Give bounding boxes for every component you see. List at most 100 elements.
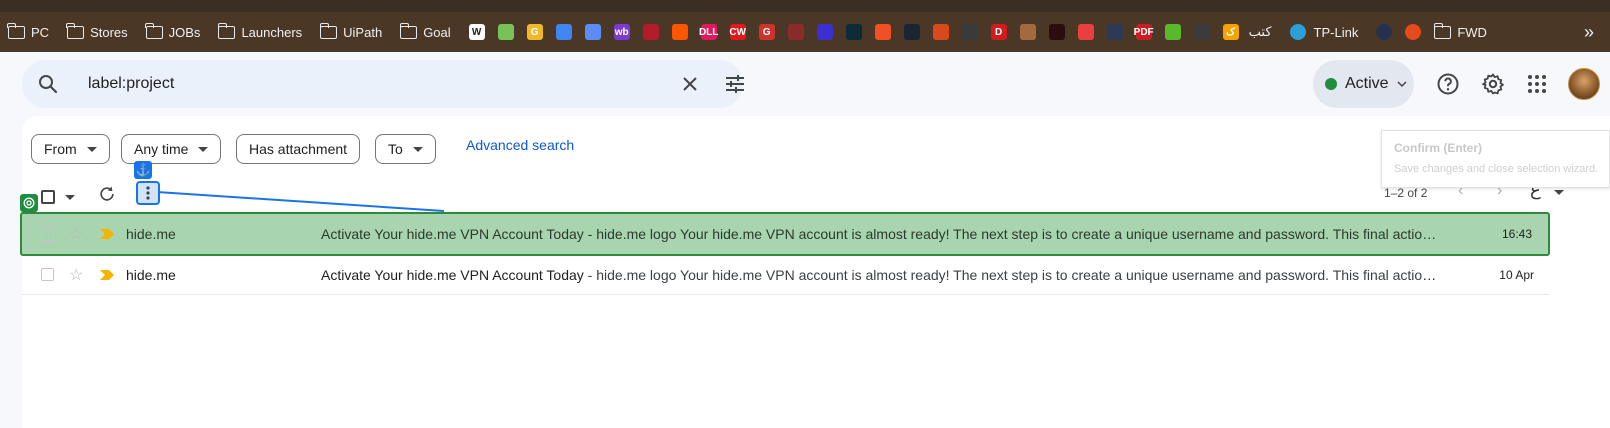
row-checkbox[interactable]	[41, 268, 54, 281]
gd-icon[interactable]: G	[758, 24, 775, 40]
important-marker-icon[interactable]	[100, 267, 114, 283]
bookmark-favicons: W Gwb DLL CW G D PDF	[468, 24, 1223, 40]
tooltip-body: Save changes and close selection wizard.	[1394, 163, 1599, 175]
row-checkbox[interactable]	[41, 227, 54, 241]
bookmark-folder-goal[interactable]: Goal	[399, 22, 451, 40]
email-sender: hide.me	[126, 226, 176, 242]
chevron-down-icon	[86, 146, 97, 152]
d-app-icon[interactable]: D	[990, 24, 1007, 40]
portrait-icon[interactable]	[1019, 24, 1036, 40]
bookmark-label: UiPath	[343, 24, 383, 40]
important-marker-icon[interactable]	[100, 226, 114, 242]
dll-icon[interactable]: DLL	[699, 24, 718, 40]
dark-app-icon[interactable]	[845, 24, 862, 40]
chip-label: From	[44, 141, 77, 157]
email-date: 10 Apr	[1499, 267, 1534, 282]
pdf-jpg-icon[interactable]: PDF	[1134, 24, 1154, 40]
bookmark-label: JOBs	[168, 24, 201, 40]
apps-grid-icon[interactable]	[1525, 72, 1549, 101]
bookmark-label: TP-Link	[1313, 24, 1359, 40]
download-icon[interactable]	[1164, 24, 1181, 40]
more-options-icon[interactable]	[136, 181, 160, 205]
kutub-icon: ک	[1222, 24, 1239, 40]
email-subject: Activate Your hide.me VPN Account Today	[321, 226, 584, 242]
table-row[interactable]: ☆ hide.me Activate Your hide.me VPN Accoun…	[22, 255, 1550, 295]
drop-icon[interactable]	[584, 24, 601, 40]
star-icon[interactable]: ☆	[69, 265, 83, 285]
star-icon[interactable]: ☆	[69, 224, 83, 244]
select-all-checkbox[interactable]	[41, 190, 55, 204]
search-options-icon[interactable]	[723, 72, 747, 101]
clear-search-icon[interactable]	[678, 72, 702, 101]
server-icon[interactable]	[1193, 24, 1210, 40]
folder-icon	[1433, 22, 1452, 39]
advanced-search-link[interactable]: Advanced search	[466, 137, 574, 153]
email-snippet: - hide.me logo Your hide.me VPN account …	[583, 226, 1439, 242]
email-subject-snippet: Activate Your hide.me VPN Account Today …	[321, 267, 1439, 283]
email-subject: Activate Your hide.me VPN Account Today	[321, 266, 584, 283]
confirm-tooltip: Confirm (Enter) Save changes and close s…	[1381, 130, 1610, 188]
skull-icon[interactable]	[1048, 24, 1065, 40]
filter-any-time-chip[interactable]: Any time	[121, 134, 222, 164]
filter-from-chip[interactable]: From	[31, 134, 110, 164]
bookmark-folder-uipath[interactable]: UiPath	[319, 22, 383, 40]
tplink-icon	[1289, 24, 1306, 40]
folder-icon	[217, 22, 236, 39]
bookmarks-bar: PC Stores JOBs Launchers UiPath Goal W Gw…	[0, 12, 1610, 52]
folder-icon	[399, 22, 418, 39]
android-icon[interactable]	[497, 24, 514, 40]
bookmark-folder-stores[interactable]: Stores	[66, 22, 128, 40]
folder-icon	[145, 22, 163, 39]
chevron-down-icon[interactable]	[1554, 190, 1564, 195]
red-tag-icon[interactable]	[642, 24, 659, 40]
email-date: 16:43	[1501, 227, 1532, 241]
bookmark-label: Launchers	[241, 24, 303, 40]
target-icon[interactable]	[20, 194, 38, 212]
wb-icon[interactable]: wb	[613, 24, 630, 40]
google-g-icon[interactable]: G	[526, 24, 543, 40]
chevron-down-icon	[198, 146, 209, 152]
wikipedia-icon[interactable]: W	[468, 24, 485, 40]
folder-icon	[66, 22, 85, 39]
search-bar[interactable]	[22, 60, 744, 108]
flame-icon[interactable]	[1405, 24, 1422, 40]
status-label: Active	[1345, 75, 1389, 92]
soundcloud-icon[interactable]	[671, 24, 688, 40]
bookmark-kutub[interactable]: ک كتب	[1222, 24, 1272, 40]
account-avatar[interactable]	[1568, 68, 1600, 100]
gallery-icon[interactable]	[903, 24, 920, 40]
wordpress-icon[interactable]	[1376, 24, 1393, 40]
select-options-chevron-icon[interactable]	[65, 195, 75, 200]
bookmark-tplink[interactable]: TP-Link	[1289, 24, 1359, 40]
chip-label: To	[388, 141, 403, 157]
photo-icon[interactable]	[787, 24, 804, 40]
bookmark-label: Stores	[90, 24, 128, 40]
speed-icon[interactable]	[1106, 24, 1123, 40]
help-icon[interactable]	[1436, 72, 1460, 101]
refresh-icon[interactable]	[97, 184, 117, 209]
bookmark-folder-jobs[interactable]: JOBs	[145, 22, 201, 40]
flame-icon[interactable]	[932, 24, 949, 40]
mail-list-panel: From Any time Has attachment To Advanced…	[20, 116, 1610, 428]
bookmark-folder-pc[interactable]: PC	[7, 22, 49, 40]
chrome-icon[interactable]	[555, 24, 572, 40]
bookmark-label: FWD	[1457, 24, 1487, 40]
microsoft-icon[interactable]	[874, 24, 891, 40]
chevron-down-icon	[1397, 81, 1407, 88]
table-row[interactable]: ☆ hide.me Activate Your hide.me VPN Accoun…	[20, 212, 1550, 256]
search-input[interactable]	[88, 72, 648, 96]
more-bookmarks-icon[interactable]: »	[1584, 22, 1594, 43]
hero-icon[interactable]	[961, 24, 978, 40]
bookmark-folder-fwd[interactable]: FWD	[1433, 22, 1487, 40]
cw-icon[interactable]: CW	[729, 24, 746, 40]
bookmark-folder-launchers[interactable]: Launchers	[217, 22, 303, 40]
video-icon[interactable]	[816, 24, 833, 40]
rainbow-icon[interactable]	[1077, 24, 1094, 40]
tooltip-title: Confirm (Enter)	[1394, 141, 1482, 155]
filter-has-attachment-chip[interactable]: Has attachment	[236, 134, 361, 164]
anchor-icon[interactable]: ⚓	[134, 161, 152, 179]
settings-gear-icon[interactable]	[1481, 72, 1505, 101]
search-icon[interactable]	[36, 72, 60, 101]
filter-to-chip[interactable]: To	[375, 134, 436, 164]
status-button[interactable]: Active	[1313, 60, 1414, 108]
